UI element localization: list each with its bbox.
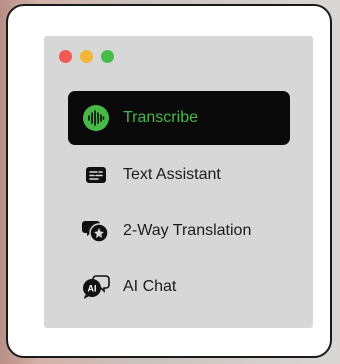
menu-item-ai-chat[interactable]: AI AI Chat: [68, 260, 290, 314]
minimize-button[interactable]: [80, 50, 93, 63]
menu-item-text-assistant[interactable]: Text Assistant: [68, 148, 290, 202]
app-window: Transcribe Text Assistant 2-Way Translat…: [44, 36, 313, 328]
zoom-button[interactable]: [101, 50, 114, 63]
menu-item-label: AI Chat: [123, 278, 177, 295]
menu-item-label: Transcribe: [123, 109, 198, 126]
close-button[interactable]: [59, 50, 72, 63]
menu-item-label: 2-Way Translation: [123, 222, 252, 239]
waveform-icon: [81, 103, 111, 133]
text-lines-icon: [81, 160, 111, 190]
svg-text:AI: AI: [88, 284, 97, 294]
menu-item-transcribe[interactable]: Transcribe: [68, 91, 290, 145]
menu-item-label: Text Assistant: [123, 166, 221, 183]
window-controls: [59, 50, 114, 63]
menu-item-2-way-translation[interactable]: 2-Way Translation: [68, 204, 290, 258]
ai-chat-icon: AI: [81, 272, 111, 302]
translation-icon: [81, 216, 111, 246]
